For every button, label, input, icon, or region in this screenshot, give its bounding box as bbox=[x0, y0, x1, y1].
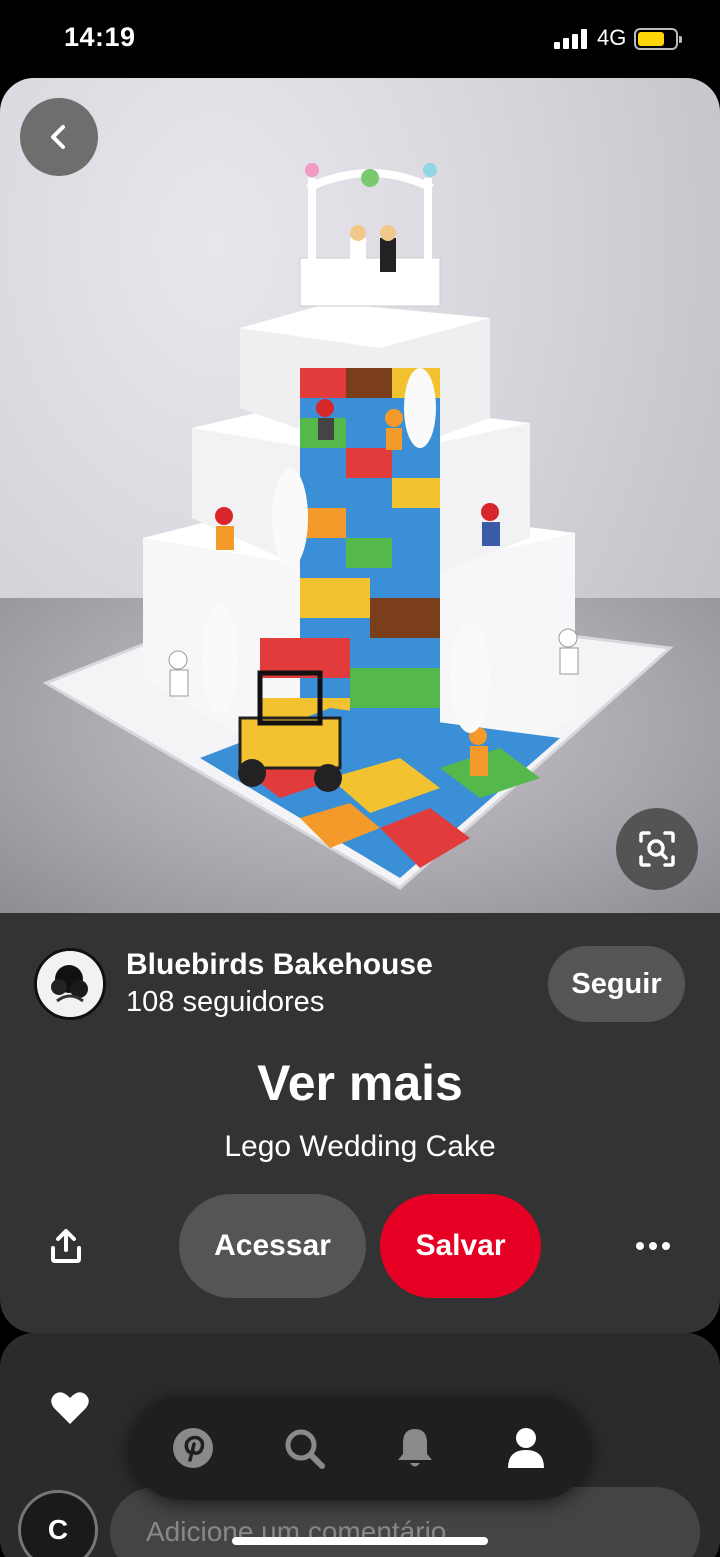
nav-profile[interactable] bbox=[496, 1418, 556, 1478]
bottom-nav bbox=[130, 1396, 590, 1500]
bell-icon bbox=[398, 1429, 432, 1467]
nav-home[interactable] bbox=[163, 1418, 223, 1478]
battery-icon bbox=[634, 28, 682, 50]
pinterest-icon bbox=[173, 1428, 213, 1468]
creator-followers: 108 seguidores bbox=[126, 986, 325, 1018]
nav-notifications[interactable] bbox=[385, 1418, 445, 1478]
status-bar: 14:19 4G bbox=[0, 0, 720, 78]
cake-illustration bbox=[42, 163, 674, 890]
follow-button[interactable]: Seguir bbox=[548, 946, 685, 1022]
save-button[interactable]: Salvar bbox=[380, 1194, 541, 1298]
share-button[interactable] bbox=[42, 1222, 90, 1270]
nav-search[interactable] bbox=[274, 1418, 334, 1478]
more-dots-icon bbox=[636, 1242, 670, 1250]
creator-logo bbox=[37, 951, 103, 1017]
pin-image[interactable] bbox=[0, 78, 720, 913]
visual-search-button[interactable] bbox=[616, 808, 698, 890]
heart-icon bbox=[51, 1392, 89, 1424]
chevron-left-icon bbox=[51, 125, 65, 149]
visit-button[interactable]: Acessar bbox=[179, 1194, 366, 1298]
more-options-button[interactable] bbox=[628, 1228, 678, 1264]
search-icon bbox=[285, 1429, 325, 1469]
react-button[interactable] bbox=[50, 1390, 90, 1430]
pin-title: Lego Wedding Cake bbox=[224, 1130, 496, 1163]
see-more-heading: Ver mais bbox=[257, 1055, 463, 1111]
back-button[interactable] bbox=[20, 98, 98, 176]
profile-icon bbox=[508, 1428, 544, 1468]
signal-icon bbox=[554, 29, 588, 49]
status-time: 14:19 bbox=[64, 22, 136, 52]
creator-name[interactable]: Bluebirds Bakehouse bbox=[126, 948, 433, 982]
visual-search-icon bbox=[639, 831, 675, 867]
creator-avatar[interactable] bbox=[34, 948, 106, 1020]
share-icon bbox=[51, 1229, 81, 1263]
network-label: 4G bbox=[597, 25, 627, 50]
home-indicator bbox=[232, 1537, 488, 1545]
